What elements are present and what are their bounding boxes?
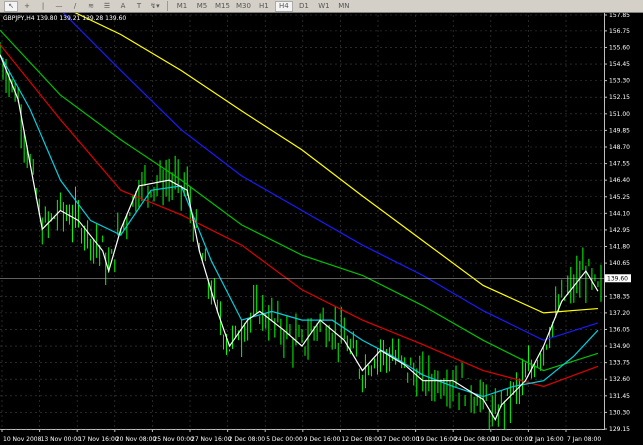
y-tick-label: 137.20 bbox=[609, 310, 630, 317]
y-tick-label: 154.45 bbox=[609, 61, 630, 68]
x-tick-label: 9 Dec 16:00 bbox=[304, 436, 341, 443]
y-tick-label: 146.40 bbox=[609, 177, 630, 184]
ma-yellow-line bbox=[74, 13, 599, 314]
channel-tool-button[interactable]: ☰ bbox=[100, 1, 114, 12]
x-tick-label: 10 Nov 2008 bbox=[3, 436, 42, 443]
chart-title: GBPJPY,H4 139.80 139.21 139.28 139.60 bbox=[3, 15, 127, 22]
arrows-tool-button[interactable]: ↯▾ bbox=[148, 1, 162, 12]
ma-cyan-line bbox=[0, 54, 599, 398]
price-axis-line bbox=[604, 13, 605, 430]
y-tick-label: 147.55 bbox=[609, 161, 630, 168]
cursor-icon: ↖ bbox=[8, 2, 14, 10]
vertical-line-icon: | bbox=[41, 2, 45, 10]
toolbar-separator bbox=[167, 1, 168, 11]
fibonacci-tool-button[interactable]: ≋ bbox=[84, 1, 98, 12]
arrows-icon: ↯▾ bbox=[150, 2, 160, 10]
y-tick-label: 145.25 bbox=[609, 194, 630, 201]
y-tick-label: 134.90 bbox=[609, 343, 630, 350]
y-tick-label: 131.45 bbox=[609, 393, 630, 400]
toolbar: ↖ + | — / ≋ ☰ A T ↯▾ M1 M5 M15 M30 H1 H4 D1 W1 MN bbox=[0, 0, 643, 13]
x-tick-label: 30 Dec 00:00 bbox=[492, 436, 533, 443]
y-tick-label: 142.95 bbox=[609, 227, 630, 234]
x-tick-label: 7 Jan 08:00 bbox=[567, 436, 601, 443]
x-tick-label: 5 Dec 00:00 bbox=[266, 436, 303, 443]
x-tick-label: 13 Nov 00:00 bbox=[41, 436, 82, 443]
y-tick-label: 133.75 bbox=[609, 360, 630, 367]
text-icon: A bbox=[120, 2, 126, 10]
text-label-tool-button[interactable]: T bbox=[132, 1, 146, 12]
y-tick-label: 144.10 bbox=[609, 210, 630, 217]
timeframe-h4-button[interactable]: H4 bbox=[274, 0, 293, 12]
x-tick-label: 27 Nov 16:00 bbox=[191, 436, 232, 443]
cursor-tool-button[interactable]: ↖ bbox=[4, 0, 18, 12]
ma-blue-line bbox=[62, 13, 599, 341]
y-tick-label: 157.85 bbox=[609, 13, 630, 19]
y-tick-label: 136.05 bbox=[609, 326, 630, 333]
y-tick-label: 138.35 bbox=[609, 293, 630, 300]
y-tick-label: 152.15 bbox=[609, 94, 630, 101]
timeframe-h1-button[interactable]: H1 bbox=[255, 1, 273, 12]
y-tick-label: 141.80 bbox=[609, 244, 630, 251]
y-tick-label: 148.70 bbox=[609, 144, 630, 151]
y-tick-label: 149.85 bbox=[609, 127, 630, 134]
vertical-line-tool-button[interactable]: | bbox=[36, 1, 50, 12]
x-tick-label: 2 Dec 08:00 bbox=[229, 436, 266, 443]
y-tick-label: 130.30 bbox=[609, 409, 630, 416]
timeframe-w1-button[interactable]: W1 bbox=[315, 1, 333, 12]
x-tick-label: 20 Nov 08:00 bbox=[116, 436, 157, 443]
timeframe-m1-button[interactable]: M1 bbox=[173, 1, 191, 12]
x-tick-label: 19 Dec 16:00 bbox=[417, 436, 458, 443]
y-tick-label: 155.60 bbox=[609, 44, 630, 51]
timeframe-m15-button[interactable]: M15 bbox=[213, 1, 232, 12]
trendline-icon: / bbox=[73, 2, 77, 10]
y-tick-label: 151.00 bbox=[609, 111, 630, 118]
fibonacci-icon: ≋ bbox=[88, 2, 94, 10]
y-tick-label: 132.60 bbox=[609, 376, 630, 383]
x-tick-label: 17 Dec 00:00 bbox=[379, 436, 420, 443]
text-label-icon: T bbox=[136, 2, 142, 10]
y-tick-label: 140.65 bbox=[609, 260, 630, 267]
price-chart[interactable]: 157.85 156.75 155.60 154.45 153.30 152.15 151.… bbox=[0, 13, 643, 445]
y-tick-label: 153.30 bbox=[609, 78, 630, 85]
x-tick-label: 24 Dec 08:00 bbox=[454, 436, 495, 443]
timeframe-mn-button[interactable]: MN bbox=[335, 1, 353, 12]
y-tick-label: 129.15 bbox=[609, 426, 630, 433]
crosshair-icon: + bbox=[24, 2, 30, 10]
x-tick-label: 25 Nov 00:00 bbox=[153, 436, 194, 443]
x-tick-label: 2 Jan 16:00 bbox=[529, 436, 563, 443]
crosshair-tool-button[interactable]: + bbox=[20, 1, 34, 12]
ma-white-line bbox=[0, 54, 599, 421]
timeframe-m30-button[interactable]: M30 bbox=[234, 1, 253, 12]
channel-icon: ☰ bbox=[103, 2, 111, 10]
horizontal-line-tool-button[interactable]: — bbox=[52, 1, 66, 12]
y-tick-label: 156.75 bbox=[609, 28, 630, 35]
x-tick-label: 12 Dec 08:00 bbox=[341, 436, 382, 443]
x-tick-label: 17 Nov 16:00 bbox=[78, 436, 119, 443]
trendline-tool-button[interactable]: / bbox=[68, 1, 82, 12]
text-tool-button[interactable]: A bbox=[116, 1, 130, 12]
current-price-label: 139.60 bbox=[607, 275, 628, 282]
timeframe-d1-button[interactable]: D1 bbox=[295, 1, 313, 12]
horizontal-line-icon: — bbox=[55, 2, 63, 10]
timeframe-m5-button[interactable]: M5 bbox=[193, 1, 211, 12]
